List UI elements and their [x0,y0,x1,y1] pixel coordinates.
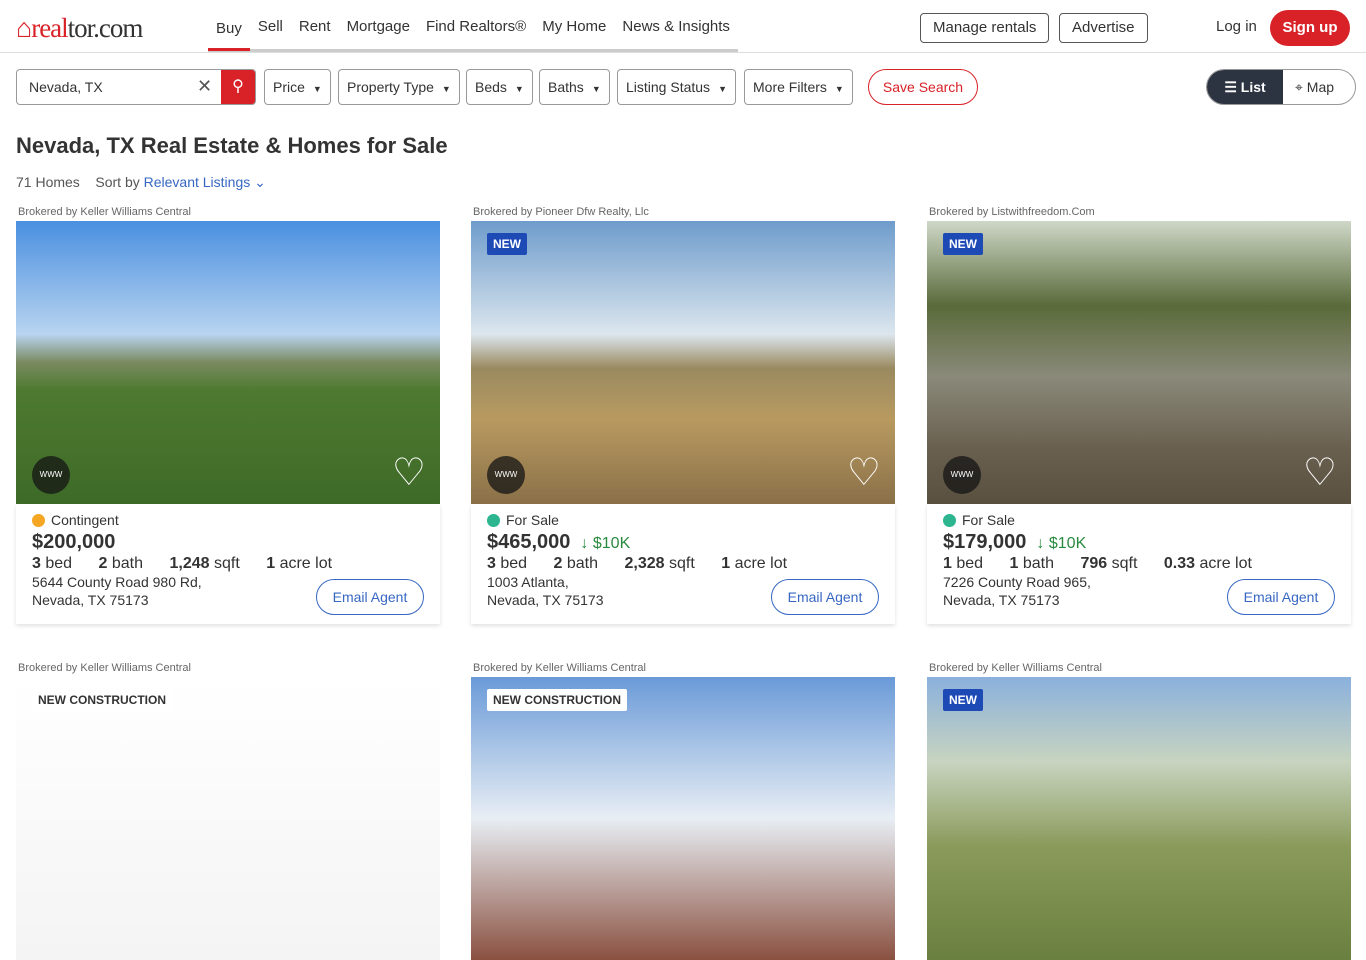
listing-photo[interactable]: NEW CONSTRUCTION [471,677,895,960]
more-filters[interactable]: More Filters ▼ [744,69,853,105]
arrow-down-icon: ↓ [580,535,589,552]
listing-card[interactable]: Brokered by Listwithfreedom.Com NEW WWW ♡ … [927,206,1351,624]
clear-icon[interactable]: ✕ [197,76,212,97]
result-count: 71 Homes [16,174,80,190]
broker-label: Brokered by Keller Williams Central [18,662,191,674]
listing-photo[interactable]: NEW [927,677,1351,960]
listing-badge: NEW CONSTRUCTION [32,689,172,711]
sort-dropdown[interactable]: Relevant Listings ⌄ [144,174,266,190]
price-filter[interactable]: Price ▼ [264,69,331,105]
email-agent-button[interactable]: Email Agent [1227,579,1335,615]
nav-rent[interactable]: Rent [291,0,339,49]
manage-rentals-button[interactable]: Manage rentals [920,13,1050,43]
listing-card[interactable]: Brokered by Keller Williams Central NEW … [16,662,440,960]
broker-label: Brokered by Keller Williams Central [473,662,646,674]
listing-info: For Sale $465,000 ↓ $10K 3 bed 2 bath 2,3… [471,504,895,624]
listing-card[interactable]: Brokered by Keller Williams Central WWW ♡… [16,206,440,624]
listing-status: For Sale [962,512,1015,528]
logo[interactable]: ⌂realtor.com [16,13,143,44]
view-toggle: ☰ List ⌖ Map [1206,69,1356,105]
broker-label: Brokered by Keller Williams Central [929,662,1102,674]
advertise-button[interactable]: Advertise [1059,13,1148,43]
listing-photo[interactable]: NEW CONSTRUCTION [16,677,440,960]
listing-specs: 3 bed 2 bath 1,248 sqft 1 acre lot [32,555,333,572]
list-view-button[interactable]: ☰ List [1207,70,1283,104]
listing-specs: 1 bed 1 bath 796 sqft 0.33 acre lot [943,555,1252,572]
nav-find-realtors[interactable]: Find Realtors® [418,0,534,49]
listing-price: $465,000 [487,531,571,553]
search-icon[interactable]: ⚲ [221,70,255,104]
status-dot-icon [943,514,956,527]
listing-badge: NEW CONSTRUCTION [487,689,627,711]
listing-price: $200,000 [32,531,116,553]
listing-specs: 3 bed 2 bath 2,328 sqft 1 acre lot [487,555,788,572]
nav-my-home[interactable]: My Home [534,0,614,49]
filter-bar: Nevada, TX ✕ ⚲ Price ▼ Property Type ▼ Bed… [0,69,1366,105]
listing-price: $179,000 [943,531,1027,553]
listing-card[interactable]: Brokered by Pioneer Dfw Realty, Llc NEW W… [471,206,895,624]
status-dot-icon [32,514,45,527]
listing-badge: NEW [943,233,983,255]
listing-status-filter[interactable]: Listing Status ▼ [617,69,736,105]
sort-label: Sort by [95,174,140,190]
map-view-button[interactable]: ⌖ Map [1295,70,1334,104]
broker-label: Brokered by Listwithfreedom.Com [929,206,1095,218]
listing-photo[interactable]: NEW WWW ♡ [927,221,1351,504]
main-nav: Buy Sell Rent Mortgage Find Realtors® My… [208,0,738,52]
listing-status: Contingent [51,512,119,528]
nav-buy[interactable]: Buy [208,2,250,51]
listing-info: For Sale $179,000 ↓ $10K 1 bed 1 bath 796… [927,504,1351,624]
search-input[interactable]: Nevada, TX ✕ ⚲ [16,69,256,105]
listing-badge: NEW [487,233,527,255]
page-title: Nevada, TX Real Estate & Homes for Sale [16,133,448,158]
listing-card[interactable]: Brokered by Keller Williams Central NEW … [471,662,895,960]
nav-mortgage[interactable]: Mortgage [339,0,418,49]
arrow-down-icon: ↓ [1036,535,1045,552]
email-agent-button[interactable]: Email Agent [316,579,424,615]
broker-label: Brokered by Pioneer Dfw Realty, Llc [473,206,649,218]
listing-badge: NEW [943,689,983,711]
listing-photo[interactable]: NEW WWW ♡ [471,221,895,504]
heart-icon[interactable]: ♡ [392,454,426,492]
header: ⌂realtor.com Buy Sell Rent Mortgage Find… [0,0,1366,53]
www-icon[interactable]: WWW [943,456,981,494]
listing-status: For Sale [506,512,559,528]
beds-filter[interactable]: Beds ▼ [466,69,533,105]
price-drop: ↓ $10K [1036,535,1087,552]
results-meta: 71 Homes Sort by Relevant Listings ⌄ [16,174,266,191]
price-drop: ↓ $10K [580,535,631,552]
email-agent-button[interactable]: Email Agent [771,579,879,615]
signup-button[interactable]: Sign up [1270,10,1350,46]
property-type-filter[interactable]: Property Type ▼ [338,69,460,105]
listing-card[interactable]: Brokered by Keller Williams Central NEW [927,662,1351,960]
listing-info: Contingent $200,000 3 bed 2 bath 1,248 s… [16,504,440,624]
heart-icon[interactable]: ♡ [847,454,881,492]
baths-filter[interactable]: Baths ▼ [539,69,610,105]
nav-sell[interactable]: Sell [250,0,291,49]
www-icon[interactable]: WWW [32,456,70,494]
search-value[interactable]: Nevada, TX [29,79,103,95]
heart-icon[interactable]: ♡ [1303,454,1337,492]
login-link[interactable]: Log in [1216,18,1257,35]
www-icon[interactable]: WWW [487,456,525,494]
save-search-button[interactable]: Save Search [868,69,978,105]
broker-label: Brokered by Keller Williams Central [18,206,191,218]
status-dot-icon [487,514,500,527]
listing-photo[interactable]: WWW ♡ [16,221,440,504]
nav-news[interactable]: News & Insights [614,0,738,49]
